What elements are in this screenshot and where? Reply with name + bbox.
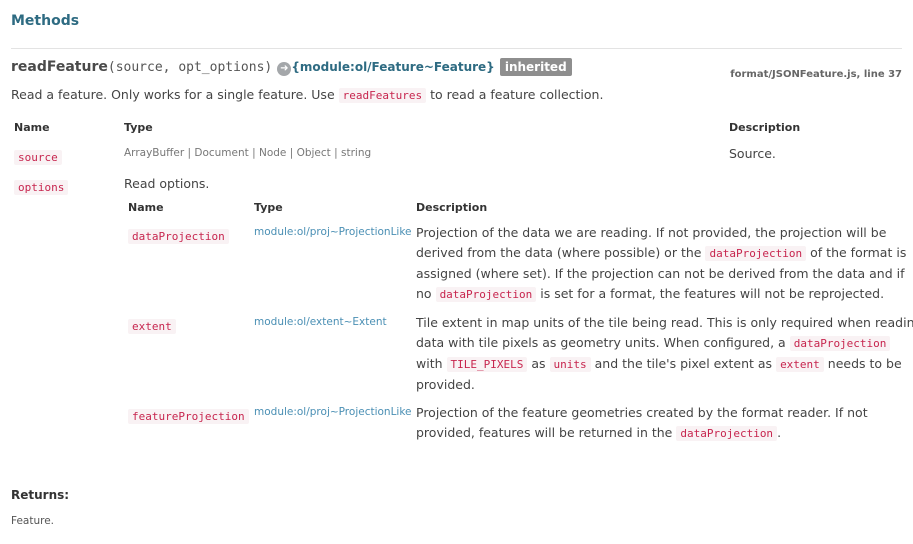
- options-header-description: Description: [416, 201, 488, 214]
- desc-text: Read a feature. Only works for a single …: [11, 87, 335, 102]
- param-description: Source.: [729, 146, 776, 161]
- inherited-badge: inherited: [499, 58, 572, 76]
- param-name: source: [14, 146, 62, 165]
- option-type-link[interactable]: module:ol/extent~Extent: [254, 316, 387, 328]
- params-header-description: Description: [729, 121, 801, 134]
- divider: [11, 48, 902, 49]
- returns-label: Returns:: [11, 488, 70, 502]
- option-name: dataProjection: [128, 225, 229, 244]
- option-description: Projection of the data we are reading. I…: [416, 225, 907, 302]
- method-description: Read a feature. Only works for a single …: [11, 87, 604, 103]
- returns-value: Feature.: [11, 515, 55, 527]
- option-description: Tile extent in map units of the tile bei…: [416, 315, 913, 392]
- option-type-link[interactable]: module:ol/proj~ProjectionLike: [254, 226, 412, 238]
- return-type-link[interactable]: {module:ol/Feature~Feature}: [291, 60, 494, 74]
- method-signature: (source, opt_options): [107, 60, 273, 75]
- inline-code: readFeatures: [338, 88, 427, 103]
- options-header-name: Name: [128, 201, 164, 214]
- param-name: options: [14, 176, 69, 195]
- params-header-name: Name: [14, 121, 50, 134]
- section-title: Methods: [11, 13, 80, 29]
- option-description: Projection of the feature geometries cre…: [416, 405, 868, 441]
- params-header-type: Type: [124, 121, 153, 134]
- option-type-link[interactable]: module:ol/proj~ProjectionLike: [254, 406, 412, 418]
- option-name: extent: [128, 315, 176, 334]
- option-name: featureProjection: [128, 405, 249, 424]
- method-name[interactable]: readFeature: [11, 59, 108, 75]
- link-arrow-icon[interactable]: ➜: [277, 62, 292, 76]
- desc-text: to read a feature collection.: [430, 87, 604, 102]
- method-header: readFeature(source, opt_options) ➜ {modul…: [11, 56, 572, 76]
- source-reference-link[interactable]: format/JSONFeature.js, line 37: [730, 69, 902, 80]
- options-header-type: Type: [254, 201, 283, 214]
- param-description: Read options.: [124, 176, 210, 191]
- param-type: ArrayBuffer | Document | Node | Object |…: [124, 147, 372, 159]
